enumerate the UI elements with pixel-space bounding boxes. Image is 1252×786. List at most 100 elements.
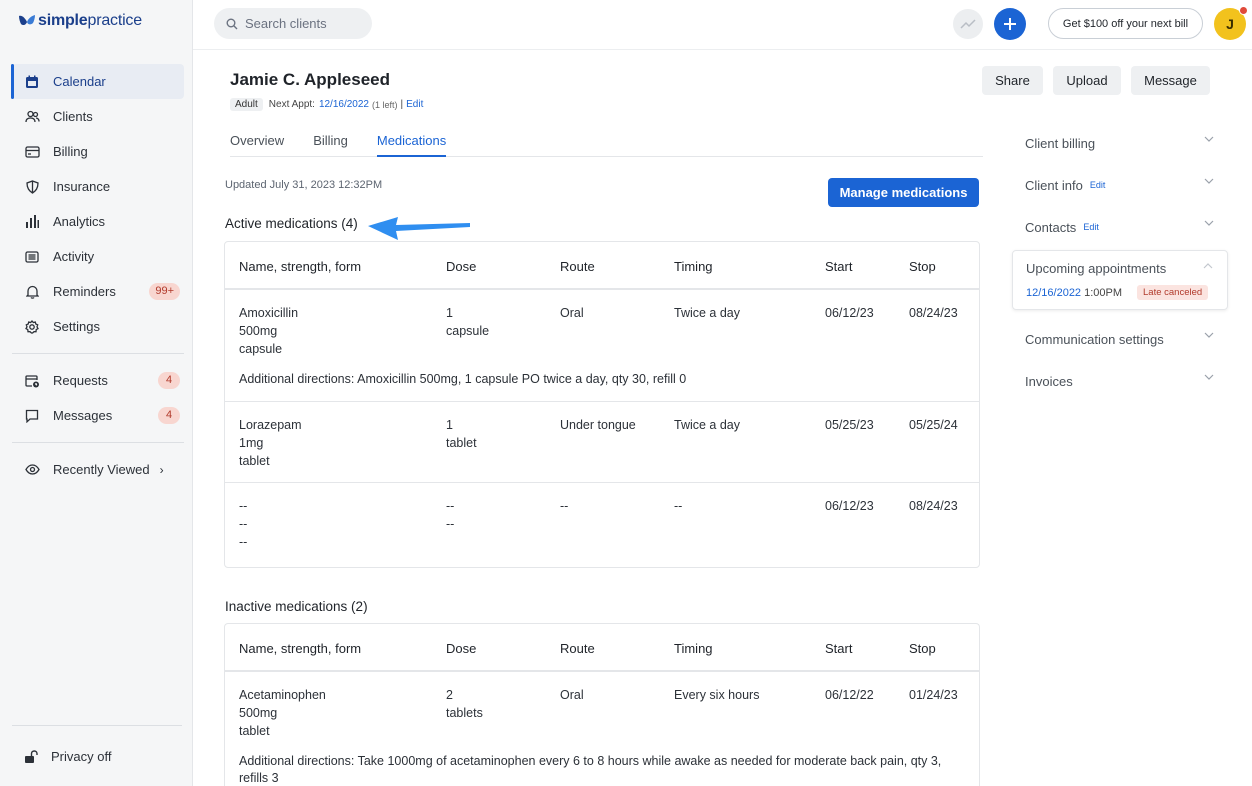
invoices-section[interactable]: Invoices: [1012, 360, 1228, 402]
med-name-cell: -- -- --: [239, 497, 247, 551]
sidebar-item-recently-viewed[interactable]: Recently Viewed ›: [12, 452, 184, 487]
communication-settings-section[interactable]: Communication settings: [1012, 318, 1228, 360]
section-label: Client info: [1025, 177, 1083, 193]
manage-medications-button[interactable]: Manage medications: [828, 178, 979, 207]
upload-button[interactable]: Upload: [1053, 66, 1121, 95]
contacts-edit-link[interactable]: Edit: [1083, 222, 1099, 232]
nav-divider: [12, 442, 184, 443]
sidebar-item-label: Billing: [53, 144, 88, 159]
contacts-section[interactable]: Contacts Edit: [1012, 206, 1228, 248]
col-start: Start: [825, 641, 853, 656]
plus-icon: [1004, 18, 1016, 30]
table-row[interactable]: -- -- -- -- -- -- -- 06/12/23 08/24/23: [225, 483, 979, 567]
sidebar-item-messages[interactable]: Messages 4: [12, 398, 184, 433]
add-button[interactable]: [994, 8, 1026, 40]
chevron-down-icon: [1204, 332, 1214, 338]
dose-amount: 1: [446, 306, 453, 320]
med-dose-cell: -- --: [446, 497, 454, 533]
active-medications-table: Name, strength, form Dose Route Timing S…: [224, 241, 980, 568]
avatar[interactable]: J: [1214, 6, 1248, 40]
med-directions: Additional directions: Amoxicillin 500mg…: [239, 372, 687, 386]
message-button[interactable]: Message: [1131, 66, 1210, 95]
tab-billing[interactable]: Billing: [313, 128, 348, 157]
client-info-edit-link[interactable]: Edit: [1090, 180, 1106, 190]
med-timing: Twice a day: [674, 418, 741, 432]
privacy-label: Privacy off: [51, 749, 112, 764]
shield-icon: [24, 179, 40, 195]
client-info-section[interactable]: Client info Edit: [1012, 164, 1228, 206]
client-tag: Adult: [230, 98, 263, 111]
med-strength: 500mg: [239, 324, 278, 338]
sidebar-item-calendar[interactable]: Calendar: [11, 64, 184, 99]
sidebar-item-insurance[interactable]: Insurance: [12, 169, 184, 204]
med-name-cell: Amoxicillin 500mg capsule: [239, 304, 298, 358]
client-side-panel: Client billing Client info Edit Contacts…: [1012, 122, 1228, 402]
tab-overview[interactable]: Overview: [230, 128, 284, 157]
search-input[interactable]: Search clients: [214, 8, 372, 39]
table-header: Name, strength, form Dose Route Timing S…: [225, 624, 979, 672]
chevron-down-icon: [1204, 178, 1214, 184]
sidebar-item-activity[interactable]: Activity: [12, 239, 184, 274]
privacy-toggle[interactable]: Privacy off: [24, 749, 111, 764]
sidebar-item-billing[interactable]: Billing: [12, 134, 184, 169]
med-name-cell: Lorazepam 1mg tablet: [239, 416, 302, 470]
users-icon: [24, 109, 40, 125]
sidebar-item-reminders[interactable]: Reminders 99+: [12, 274, 184, 309]
chevron-up-icon: [1203, 263, 1213, 269]
chevron-down-icon: [1204, 136, 1214, 142]
med-route: Oral: [560, 688, 584, 702]
updated-timestamp: Updated July 31, 2023 12:32PM: [225, 179, 383, 191]
med-name: Amoxicillin: [239, 306, 299, 320]
dose-unit: tablet: [446, 436, 477, 450]
share-button[interactable]: Share: [982, 66, 1043, 95]
appt-date[interactable]: 12/16/2022: [1026, 287, 1081, 299]
section-label: Client billing: [1025, 135, 1096, 151]
med-stop: 01/24/23: [909, 688, 958, 702]
trend-button[interactable]: [953, 9, 983, 39]
med-directions: Additional directions: Take 1000mg of ac…: [239, 754, 942, 785]
main-nav: Calendar Clients Billing Insurance Analy…: [11, 64, 184, 487]
med-strength: --: [239, 517, 248, 531]
edit-appt-link[interactable]: Edit: [406, 99, 423, 110]
col-name: Name, strength, form: [239, 259, 362, 274]
med-start: 05/25/23: [825, 418, 874, 432]
med-name-cell: Acetaminophen 500mg tablet: [239, 686, 326, 740]
requests-badge: 4: [158, 372, 180, 389]
section-label: Upcoming appointments: [1026, 261, 1167, 276]
table-row[interactable]: Amoxicillin 500mg capsule 1 capsule Oral…: [225, 290, 979, 402]
dose-amount: 2: [446, 688, 453, 702]
section-label: Contacts: [1025, 219, 1077, 235]
trend-icon: [960, 19, 976, 29]
sidebar-item-label: Reminders: [53, 284, 116, 299]
med-start: 06/12/22: [825, 688, 874, 702]
next-appt-link[interactable]: 12/16/2022: [319, 99, 369, 110]
calendar-clock-icon: [24, 373, 40, 389]
dose-amount: --: [446, 499, 455, 513]
sidebar-item-analytics[interactable]: Analytics: [12, 204, 184, 239]
sidebar-item-requests[interactable]: Requests 4: [12, 363, 184, 398]
brand-logo[interactable]: simple practice: [18, 12, 142, 30]
upcoming-appointment[interactable]: 12/16/2022 1:00PM: [1026, 287, 1122, 299]
sidebar-item-label: Requests: [53, 373, 108, 388]
upcoming-appointments-card[interactable]: Upcoming appointments 12/16/2022 1:00PM …: [1012, 250, 1228, 310]
sidebar-item-label: Analytics: [53, 214, 106, 229]
med-form: tablet: [239, 724, 270, 738]
col-timing: Timing: [674, 641, 713, 656]
notification-dot: [1239, 6, 1248, 15]
med-stop: 08/24/23: [909, 306, 958, 320]
med-dose-cell: 1 capsule: [446, 304, 489, 340]
promo-button[interactable]: Get $100 off your next bill: [1048, 8, 1203, 39]
sidebar-item-label: Settings: [53, 319, 100, 334]
med-form: tablet: [239, 454, 270, 468]
sidebar-item-clients[interactable]: Clients: [12, 99, 184, 134]
chevron-down-icon: [1204, 220, 1214, 226]
table-row[interactable]: Lorazepam 1mg tablet 1 tablet Under tong…: [225, 402, 979, 483]
avatar-initial: J: [1226, 16, 1234, 32]
client-billing-section[interactable]: Client billing: [1012, 122, 1228, 164]
top-bar: Search clients Get $100 off your next bi…: [193, 0, 1252, 50]
dose-amount: 1: [446, 418, 453, 432]
med-route: Oral: [560, 306, 584, 320]
tab-medications[interactable]: Medications: [376, 128, 447, 157]
sidebar-item-settings[interactable]: Settings: [12, 309, 184, 344]
table-row[interactable]: Acetaminophen 500mg tablet 2 tablets Ora…: [225, 672, 979, 786]
